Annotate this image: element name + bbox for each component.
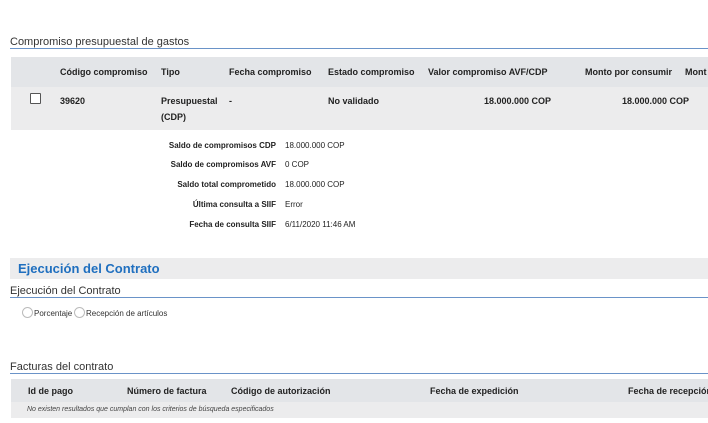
compromiso-row: 39620 Presupuestal (CDP) - No validado 1… (11, 87, 708, 130)
summary-label-total: Saldo total comprometido (177, 180, 276, 189)
row-monto: 18.000.000 COP (622, 96, 690, 106)
summary-label-avf: Saldo de compromisos AVF (170, 160, 276, 169)
compromiso-section-divider (10, 48, 708, 49)
col-fecha-compromiso[interactable]: Fecha compromiso (229, 67, 312, 77)
col-id-pago[interactable]: Id de pago (28, 386, 73, 396)
col-codigo-autorizacion[interactable]: Código de autorización (231, 386, 331, 396)
row-select-checkbox[interactable] (30, 93, 41, 104)
summary-label-cdp: Saldo de compromisos CDP (168, 141, 276, 150)
facturas-section-title: Facturas del contrato (10, 361, 114, 373)
radio-porcentaje-label[interactable]: Porcentaje (34, 309, 72, 318)
ejecucion-band: Ejecución del Contrato (10, 258, 708, 279)
row-estado: No validado (328, 96, 380, 106)
row-tipo-line1: Presupuestal (161, 96, 218, 106)
col-numero-factura[interactable]: Número de factura (127, 386, 207, 396)
compromiso-table-header: Código compromiso Tipo Fecha compromiso … (11, 57, 708, 87)
compromiso-summary: Saldo de compromisos CDP 18.000.000 COP … (0, 138, 708, 238)
summary-value-ultima-consulta: Error (285, 200, 303, 209)
summary-label-fecha-consulta: Fecha de consulta SIIF (189, 220, 276, 229)
summary-label-ultima-consulta: Última consulta a SIIF (192, 200, 276, 209)
facturas-section-divider (10, 373, 708, 374)
col-monto-por-consumir[interactable]: Monto por consumir (585, 67, 672, 77)
col-fecha-expedicion[interactable]: Fecha de expedición (430, 386, 519, 396)
facturas-empty-row: No existen resultados que cumplan con lo… (11, 402, 708, 418)
col-valor-compromiso[interactable]: Valor compromiso AVF/CDP (428, 67, 548, 77)
facturas-table-header: Id de pago Número de factura Código de a… (11, 379, 708, 402)
col-estado-compromiso[interactable]: Estado compromiso (328, 67, 415, 77)
ejecucion-section-divider (10, 297, 708, 298)
compromiso-section-title: Compromiso presupuestal de gastos (10, 36, 190, 48)
summary-value-total: 18.000.000 COP (285, 180, 345, 189)
ejecucion-band-title: Ejecución del Contrato (18, 261, 160, 276)
col-codigo-compromiso[interactable]: Código compromiso (60, 67, 148, 77)
summary-value-fecha-consulta: 6/11/2020 11:46 AM (285, 220, 356, 229)
col-tipo[interactable]: Tipo (161, 67, 180, 77)
row-valor: 18.000.000 COP (484, 96, 552, 106)
radio-recepcion-articulos-label[interactable]: Recepción de artículos (86, 309, 167, 318)
ejecucion-section-title: Ejecución del Contrato (10, 285, 121, 297)
summary-value-cdp: 18.000.000 COP (285, 141, 345, 150)
row-codigo: 39620 (60, 96, 86, 106)
col-fecha-recepcion[interactable]: Fecha de recepción (628, 386, 708, 396)
facturas-empty-text: No existen resultados que cumplan con lo… (27, 406, 274, 413)
row-tipo-line2: (CDP) (161, 112, 186, 122)
row-fecha: - (229, 96, 232, 106)
col-monto-truncated[interactable]: Mont (685, 67, 707, 77)
radio-porcentaje[interactable] (22, 307, 33, 318)
radio-recepcion-articulos[interactable] (74, 307, 85, 318)
summary-value-avf: 0 COP (285, 160, 310, 169)
